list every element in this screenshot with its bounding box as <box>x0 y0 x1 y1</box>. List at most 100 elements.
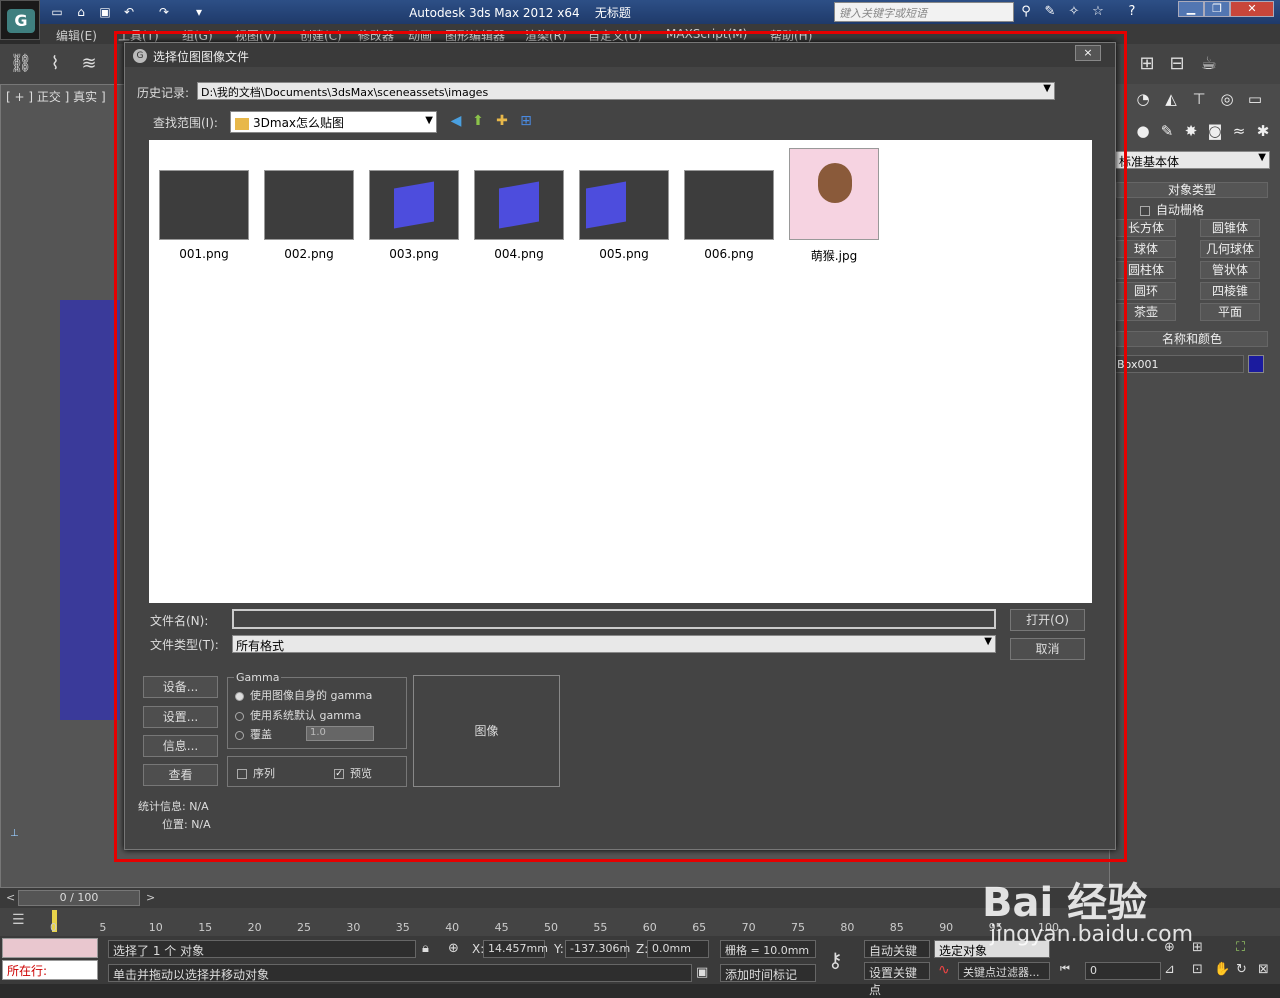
timeline-tick: 5 <box>99 921 107 934</box>
current-frame-field[interactable]: 0 <box>1085 962 1161 980</box>
curve-editor-icon[interactable]: ☰ <box>12 912 25 928</box>
modify-tab-icon[interactable]: ◭ <box>1160 88 1182 110</box>
help-search-input[interactable]: 键入关键字或短语 <box>834 2 1014 22</box>
timeline-tick: 85 <box>889 921 904 934</box>
timeline-tick: 80 <box>840 921 855 934</box>
timeline-tick: 55 <box>593 921 608 934</box>
x-coordinate-field[interactable]: 14.457mm <box>483 940 548 958</box>
create-tab-icon[interactable]: ◔ <box>1132 88 1154 110</box>
geosphere-button[interactable]: 几何球体 <box>1200 240 1260 258</box>
object-color-swatch[interactable] <box>1248 355 1264 373</box>
frame-counter[interactable]: 0 / 100 <box>18 890 140 906</box>
timeline-tick: 0 <box>50 921 57 934</box>
redo-icon[interactable]: ↷ <box>155 3 173 21</box>
lights-icon[interactable]: ✸ <box>1180 120 1202 142</box>
field-of-view-icon[interactable]: ⊿ <box>1164 962 1175 977</box>
timeline-tick: 75 <box>791 921 805 934</box>
running-line[interactable]: 所在行: <box>2 960 98 980</box>
subscription-icon[interactable]: ✎ <box>1040 3 1060 21</box>
timeline-tick: 50 <box>544 921 558 934</box>
highlight-frame <box>114 31 1127 862</box>
y-label: Y: <box>554 942 564 956</box>
zoom-extents-icon[interactable]: ⛶ <box>1236 940 1245 955</box>
timeline-tick: 10 <box>148 921 163 934</box>
bind-spacewarp-icon[interactable]: ≋ <box>76 50 102 78</box>
slider-prev-icon[interactable]: < <box>6 891 15 904</box>
helpers-icon[interactable]: ≈ <box>1228 120 1250 142</box>
communication-icon[interactable]: ✧ <box>1064 3 1084 21</box>
app-menu-button[interactable]: G <box>0 0 40 40</box>
timeline-tick: 15 <box>198 921 213 934</box>
grid-size: 栅格 = 10.0mm <box>720 940 816 958</box>
save-icon[interactable]: ▣ <box>96 3 114 21</box>
timeline-tick: 40 <box>445 921 460 934</box>
3dsmax-logo-icon: G <box>7 9 35 33</box>
display-tab-icon[interactable]: ▭ <box>1244 88 1266 110</box>
go-start-icon[interactable]: ⏮ <box>1060 962 1070 976</box>
motion-tab-icon[interactable]: ◎ <box>1216 88 1238 110</box>
binoculars-icon[interactable]: ⚲ <box>1016 3 1036 21</box>
timeline-tick: 70 <box>741 921 756 934</box>
absolute-mode-icon[interactable]: ⊕ <box>448 941 459 956</box>
rendered-frame-icon[interactable]: ⊟ <box>1164 50 1190 78</box>
maxscript-listener[interactable] <box>2 938 98 958</box>
link-icon[interactable]: ⛓ <box>8 50 34 78</box>
z-coordinate-field[interactable]: 0.0mm <box>647 940 709 958</box>
minimize-button[interactable]: ▁ <box>1178 1 1204 17</box>
add-time-tag[interactable]: 添加时间标记 <box>720 964 816 982</box>
primitive-category-dropdown[interactable]: 标准基本体 ▼ <box>1114 151 1270 169</box>
orbit-icon[interactable]: ↻ <box>1236 962 1247 977</box>
render-setup-icon[interactable]: ⊞ <box>1134 50 1160 78</box>
autogrid-checkbox[interactable]: 自动栅格 <box>1140 201 1204 218</box>
help-icon[interactable]: ? <box>1122 3 1142 21</box>
slider-next-icon[interactable]: > <box>146 891 155 904</box>
name-color-rollout[interactable]: 名称和颜色 <box>1116 331 1268 347</box>
quick-access-dropdown-icon[interactable]: ▾ <box>190 3 208 21</box>
zoom-all-icon[interactable]: ⊞ <box>1192 940 1203 955</box>
cameras-icon[interactable]: ◙ <box>1204 120 1226 142</box>
render-teapot-icon[interactable]: ☕ <box>1196 50 1222 78</box>
axis-gizmo-icon: ⊥ <box>10 828 19 839</box>
object-type-rollout[interactable]: 对象类型 <box>1116 182 1268 198</box>
key-filters-button[interactable]: 关键点过滤器... <box>958 962 1050 980</box>
timeline-tick: 60 <box>642 921 657 934</box>
viewport-label[interactable]: [ + ] 正交 ] 真实 ] <box>6 88 106 105</box>
lock-icon[interactable]: 🔒︎ <box>422 941 429 956</box>
prompt-line: 单击并拖动以选择并移动对象 <box>108 964 692 982</box>
undo-icon[interactable]: ↶ <box>120 3 138 21</box>
maximize-viewport-icon[interactable]: ⊠ <box>1258 962 1269 977</box>
pan-icon[interactable]: ✋ <box>1214 962 1230 977</box>
close-window-button[interactable]: ✕ <box>1230 1 1274 17</box>
timeline-tick: 45 <box>494 921 509 934</box>
region-zoom-icon[interactable]: ⊡ <box>1192 962 1203 977</box>
maximize-button[interactable]: ❐ <box>1204 1 1230 17</box>
unlink-icon[interactable]: ⌇ <box>42 50 68 78</box>
timeline-tick: 90 <box>939 921 954 934</box>
key-icon[interactable]: ⚷ <box>828 948 843 972</box>
time-tag-icon[interactable]: ▣ <box>696 965 708 980</box>
object-name-field[interactable]: Box001 <box>1114 355 1244 373</box>
timeline-tick: 20 <box>247 921 262 934</box>
cone-button[interactable]: 圆锥体 <box>1200 219 1260 237</box>
timeline-tick: 30 <box>346 921 361 934</box>
timeline-tick: 25 <box>297 921 311 934</box>
new-file-icon[interactable]: ▭ <box>48 3 66 21</box>
plane-button[interactable]: 平面 <box>1200 303 1260 321</box>
hierarchy-tab-icon[interactable]: ⊤ <box>1188 88 1210 110</box>
favorites-star-icon[interactable]: ☆ <box>1088 3 1108 21</box>
shapes-icon[interactable]: ✎ <box>1156 120 1178 142</box>
y-coordinate-field[interactable]: -137.306m <box>565 940 630 958</box>
pyramid-button[interactable]: 四棱锥 <box>1200 282 1260 300</box>
baidu-watermark-url: jingyan.baidu.com <box>990 922 1194 947</box>
timeline-tick: 35 <box>395 921 410 934</box>
geometry-icon[interactable]: ● <box>1132 120 1154 142</box>
open-file-icon[interactable]: ⌂ <box>72 3 90 21</box>
box-object[interactable] <box>60 300 120 720</box>
tube-button[interactable]: 管状体 <box>1200 261 1260 279</box>
systems-icon[interactable]: ✱ <box>1252 120 1274 142</box>
menu-edit[interactable]: 编辑(E) <box>56 27 97 44</box>
timeline-tick: 65 <box>692 921 707 934</box>
window-title: Autodesk 3ds Max 2012 x64 无标题 <box>409 6 631 20</box>
set-key-button[interactable]: 设置关键点 <box>864 962 930 997</box>
auto-key-button[interactable]: 自动关键点 <box>864 940 930 975</box>
